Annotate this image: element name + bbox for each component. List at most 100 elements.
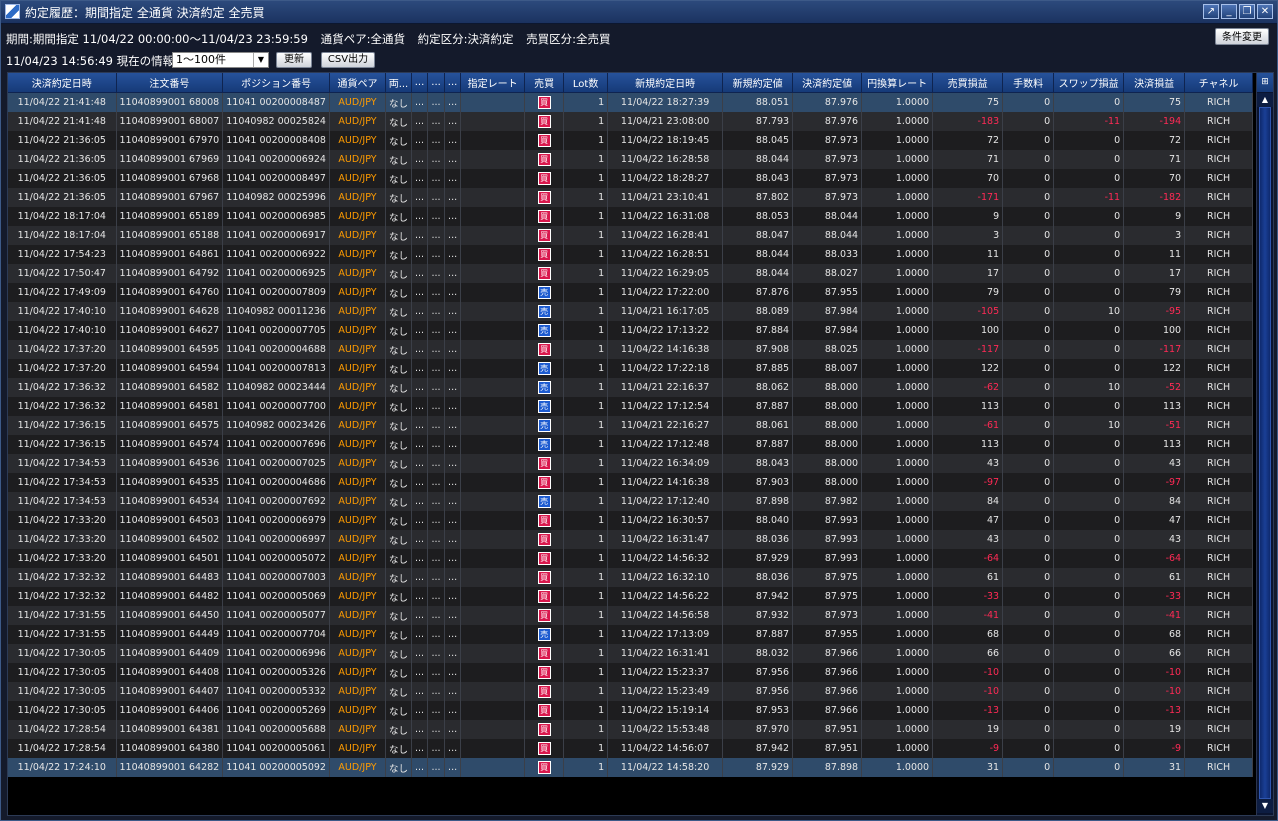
table-row[interactable]: 11/04/22 17:33:20 11040899001 64502 11041 … — [8, 530, 1254, 549]
table-row[interactable]: 11/04/22 21:36:05 11040899001 67968 11041 … — [8, 169, 1254, 188]
buy-badge: 買 — [537, 267, 551, 280]
table-cell: 9 — [932, 207, 1004, 226]
table-row[interactable]: 11/04/22 17:28:54 11040899001 64380 11041 … — [8, 739, 1254, 758]
table-row[interactable]: 11/04/22 17:24:10 11040899001 64282 11041 … — [8, 758, 1254, 777]
table-row[interactable]: 11/04/22 17:40:10 11040899001 64627 11041 … — [8, 321, 1254, 340]
column-header[interactable]: ... — [427, 73, 446, 93]
change-conditions-button[interactable]: 条件変更 — [1215, 28, 1269, 45]
table-row[interactable]: 11/04/22 17:36:15 11040899001 64575 110409… — [8, 416, 1254, 435]
column-header[interactable]: チャネル — [1184, 73, 1254, 93]
table-row[interactable]: 11/04/22 17:37:20 11040899001 64594 11041 … — [8, 359, 1254, 378]
table-cell: 売 — [524, 302, 565, 321]
table-cell: ... — [427, 511, 446, 530]
table-row[interactable]: 11/04/22 17:30:05 11040899001 64409 11041 … — [8, 644, 1254, 663]
column-header[interactable]: ポジション番号 — [222, 73, 330, 93]
table-row[interactable]: 11/04/22 17:34:53 11040899001 64536 11041 … — [8, 454, 1254, 473]
table-row[interactable]: 11/04/22 17:31:55 11040899001 64450 11041 … — [8, 606, 1254, 625]
table-cell: AUD/JPY — [329, 701, 386, 720]
table-cell: 0 — [1002, 397, 1055, 416]
table-cell: 買 — [524, 92, 565, 112]
table-row[interactable]: 11/04/22 17:30:05 11040899001 64408 11041 … — [8, 663, 1254, 682]
scroll-down-arrow-icon[interactable]: ▼ — [1257, 799, 1273, 813]
table-row[interactable]: 11/04/22 17:37:20 11040899001 64595 11041 … — [8, 340, 1254, 359]
table-row[interactable]: 11/04/22 17:34:53 11040899001 64535 11041 … — [8, 473, 1254, 492]
table-row[interactable]: 11/04/22 18:17:04 11040899001 65188 11041 … — [8, 226, 1254, 245]
table-cell: ... — [427, 454, 446, 473]
table-cell: ... — [427, 92, 446, 112]
table-cell: 87.898 — [792, 758, 863, 777]
column-header[interactable]: 売買 — [524, 73, 565, 93]
column-header[interactable]: 円換算レート — [861, 73, 934, 93]
column-header[interactable]: 新規約定日時 — [607, 73, 724, 93]
table-cell: RICH — [1184, 378, 1254, 397]
table-row[interactable]: 11/04/22 17:36:15 11040899001 64574 11041 … — [8, 435, 1254, 454]
table-row[interactable]: 11/04/22 17:36:32 11040899001 64582 110409… — [8, 378, 1254, 397]
table-cell: -182 — [1123, 188, 1186, 207]
table-cell: ... — [444, 207, 462, 226]
table-row[interactable]: 11/04/22 17:31:55 11040899001 64449 11041 … — [8, 625, 1254, 644]
minimize-button[interactable]: _ — [1221, 4, 1237, 19]
range-select[interactable]: 1〜100件 ▼ — [172, 52, 269, 68]
table-cell: 100 — [932, 321, 1004, 340]
table-row[interactable]: 11/04/22 17:33:20 11040899001 64503 11041 … — [8, 511, 1254, 530]
column-header[interactable]: 新規約定値 — [722, 73, 794, 93]
table-row[interactable]: 11/04/22 17:32:32 11040899001 64482 11041 … — [8, 587, 1254, 606]
scroll-thumb[interactable] — [1259, 107, 1271, 799]
close-button[interactable]: ✕ — [1257, 4, 1273, 19]
popout-icon[interactable]: ↗ — [1203, 4, 1219, 19]
table-row[interactable]: 11/04/22 21:36:05 11040899001 67969 11041 … — [8, 150, 1254, 169]
column-header[interactable]: Lot数 — [563, 73, 609, 93]
column-settings-icon[interactable]: ⊞ — [1257, 73, 1273, 92]
table-row[interactable]: 11/04/22 18:17:04 11040899001 65189 11041 … — [8, 207, 1254, 226]
title-bar[interactable]: 約定履歴：期間指定 全通貨 決済約定 全売買 ↗ _ ❐ ✕ — [1, 1, 1277, 24]
table-cell: RICH — [1184, 416, 1254, 435]
refresh-button[interactable]: 更新 — [276, 52, 312, 68]
table-row[interactable]: 11/04/22 17:50:47 11040899001 64792 11041 … — [8, 264, 1254, 283]
table-cell: 1 — [563, 606, 609, 625]
table-row[interactable]: 11/04/22 17:40:10 11040899001 64628 110409… — [8, 302, 1254, 321]
column-header[interactable]: ... — [444, 73, 462, 93]
table-cell: 43 — [932, 454, 1004, 473]
table-cell: AUD/JPY — [329, 302, 386, 321]
table-row[interactable]: 11/04/22 17:30:05 11040899001 64407 11041 … — [8, 682, 1254, 701]
table-cell: 11040899001 64449 — [116, 625, 224, 644]
table-row[interactable]: 11/04/22 21:41:48 11040899001 68007 110409… — [8, 112, 1254, 131]
table-row[interactable]: 11/04/22 17:49:09 11040899001 64760 11041 … — [8, 283, 1254, 302]
table-row[interactable]: 11/04/22 21:36:05 11040899001 67967 110409… — [8, 188, 1254, 207]
column-header[interactable]: 通貨ペア — [329, 73, 386, 93]
vertical-scrollbar[interactable]: ⊞ ▲ ▼ — [1256, 73, 1273, 815]
table-cell: 0 — [1002, 283, 1055, 302]
table-cell: AUD/JPY — [329, 720, 386, 739]
column-header[interactable]: 決済損益 — [1123, 73, 1186, 93]
column-header[interactable]: スワップ損益 — [1053, 73, 1125, 93]
column-header[interactable]: 売買損益 — [932, 73, 1004, 93]
maximize-button[interactable]: ❐ — [1239, 4, 1255, 19]
table-row[interactable]: 11/04/22 17:28:54 11040899001 64381 11041 … — [8, 720, 1254, 739]
table-row[interactable]: 11/04/22 17:33:20 11040899001 64501 11041 … — [8, 549, 1254, 568]
table-row[interactable]: 11/04/22 21:36:05 11040899001 67970 11041 … — [8, 131, 1254, 150]
table-cell — [460, 663, 526, 682]
table-row[interactable]: 11/04/22 21:41:48 11040899001 68008 11041 … — [8, 92, 1254, 112]
column-header[interactable]: 決済約定日時 — [8, 73, 117, 93]
table-cell: ... — [427, 587, 446, 606]
table-cell: 0 — [1053, 435, 1125, 454]
table-cell — [460, 644, 526, 663]
table-row[interactable]: 11/04/22 17:54:23 11040899001 64861 11041 … — [8, 245, 1254, 264]
column-header[interactable]: 決済約定値 — [792, 73, 863, 93]
column-header[interactable]: 指定レート — [460, 73, 526, 93]
table-cell: ... — [444, 701, 462, 720]
table-row[interactable]: 11/04/22 17:32:32 11040899001 64483 11041 … — [8, 568, 1254, 587]
scroll-up-arrow-icon[interactable]: ▲ — [1257, 93, 1273, 107]
column-header[interactable]: 手数料 — [1002, 73, 1055, 93]
csv-export-button[interactable]: CSV出力 — [321, 52, 375, 68]
column-header[interactable]: 両... — [385, 73, 412, 93]
table-cell: 1 — [563, 663, 609, 682]
dropdown-arrow-icon[interactable]: ▼ — [253, 53, 268, 67]
table-cell — [460, 701, 526, 720]
table-row[interactable]: 11/04/22 17:30:05 11040899001 64406 11041 … — [8, 701, 1254, 720]
table-row[interactable]: 11/04/22 17:34:53 11040899001 64534 11041 … — [8, 492, 1254, 511]
table-cell: 11040899001 64501 — [116, 549, 224, 568]
table-row[interactable]: 11/04/22 17:36:32 11040899001 64581 11041 … — [8, 397, 1254, 416]
column-header[interactable]: ... — [411, 73, 429, 93]
column-header[interactable]: 注文番号 — [116, 73, 224, 93]
